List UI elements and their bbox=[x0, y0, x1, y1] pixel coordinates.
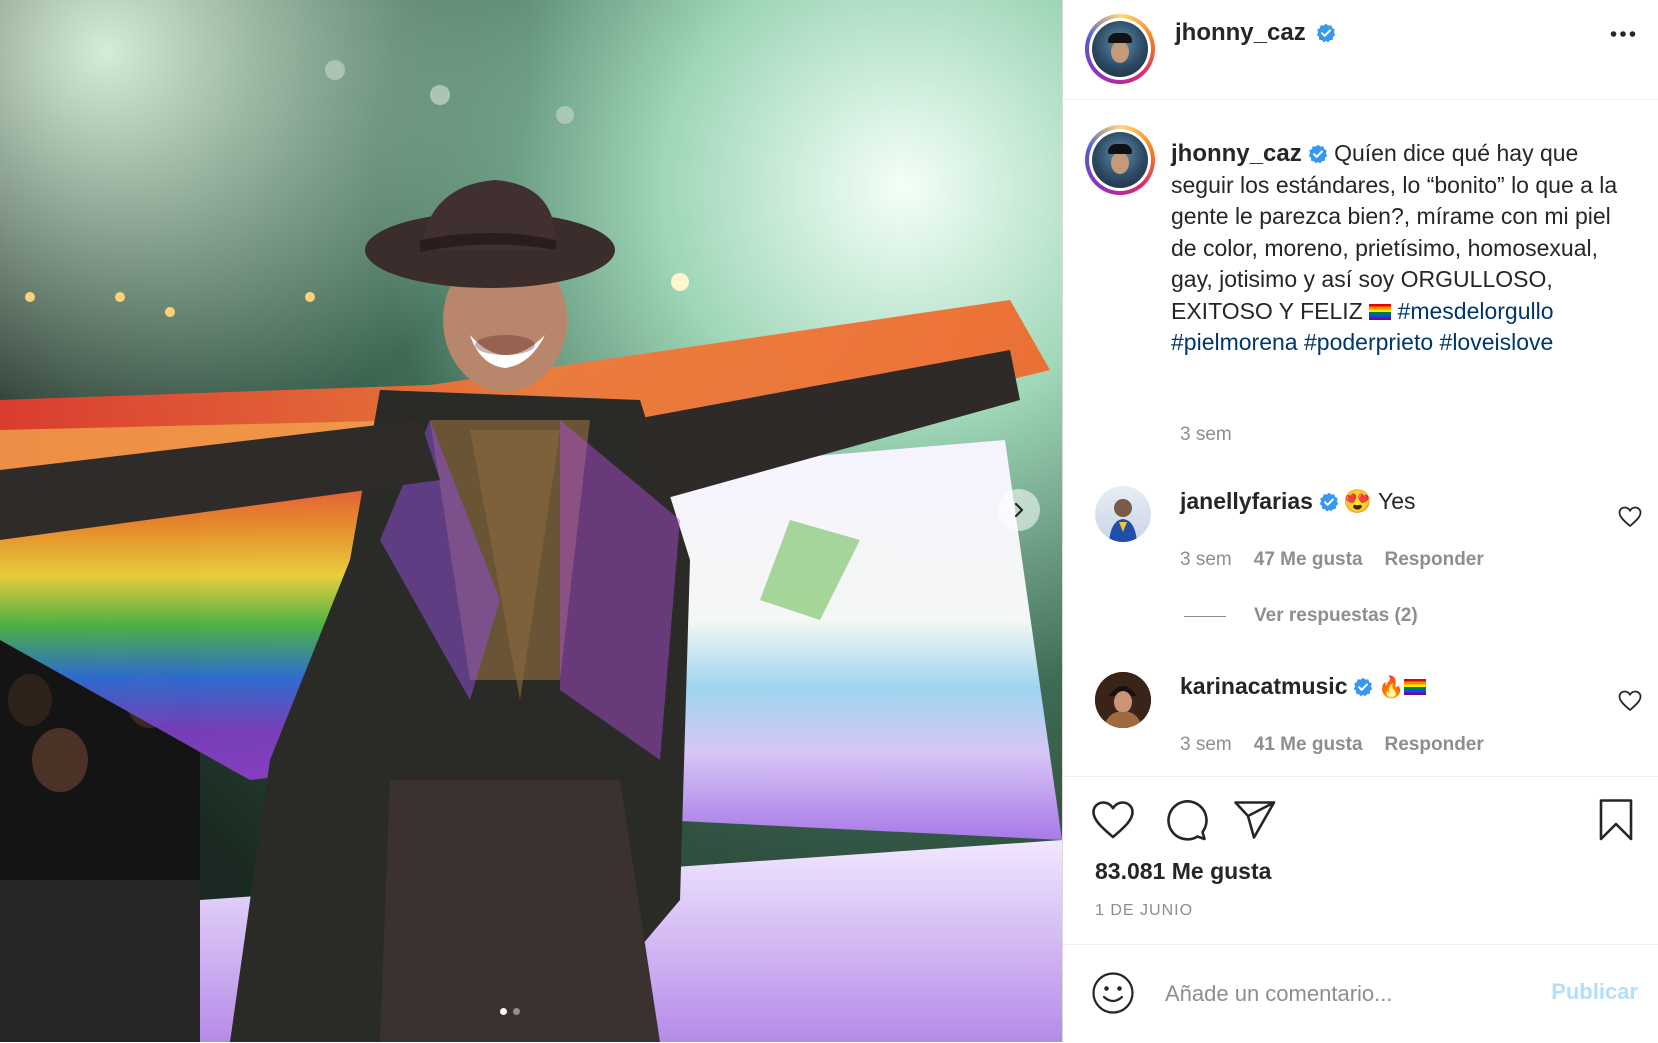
post-date[interactable]: 1 DE JUNIO bbox=[1095, 902, 1193, 920]
comment-username[interactable]: janellyfarias bbox=[1180, 488, 1313, 514]
emoji-smiley-icon[interactable] bbox=[1091, 971, 1135, 1015]
instagram-post-view: jhonny_caz jhonny_caz Quíen dice qué hay… bbox=[0, 0, 1658, 1042]
comment-row: karinacatmusic 🔥 bbox=[1180, 673, 1427, 700]
like-heart-icon[interactable] bbox=[1091, 800, 1135, 840]
comment-time[interactable]: 3 sem bbox=[1180, 549, 1232, 571]
add-comment-bar: Publicar bbox=[1063, 944, 1658, 1043]
like-comment-heart-icon[interactable] bbox=[1618, 506, 1642, 528]
hashtag-link[interactable]: #loveislove bbox=[1440, 329, 1554, 355]
rainbow-flag-icon bbox=[1369, 303, 1392, 320]
carousel-next-button[interactable] bbox=[998, 489, 1040, 531]
hashtag-link[interactable]: #mesdelorgullo bbox=[1398, 298, 1554, 324]
verified-badge-icon bbox=[1319, 492, 1339, 512]
comment-input[interactable] bbox=[1163, 973, 1527, 1015]
comment-meta: 3 sem 41 Me gusta Responder bbox=[1180, 734, 1484, 756]
author-avatar[interactable] bbox=[1085, 14, 1155, 84]
caption-text: Quíen dice qué hay que seguir los estánd… bbox=[1171, 140, 1618, 324]
post-header: jhonny_caz bbox=[1063, 0, 1658, 100]
carousel-indicator bbox=[500, 1008, 520, 1015]
post-caption: jhonny_caz Quíen dice qué hay que seguir… bbox=[1171, 138, 1621, 359]
post-side-panel: jhonny_caz jhonny_caz Quíen dice qué hay… bbox=[1062, 0, 1658, 1042]
reply-button[interactable]: Responder bbox=[1385, 549, 1484, 571]
comment-time[interactable]: 3 sem bbox=[1180, 734, 1232, 756]
hashtag-link[interactable]: #pielmorena bbox=[1171, 329, 1298, 355]
commenter-avatar[interactable] bbox=[1095, 486, 1151, 542]
publish-button[interactable]: Publicar bbox=[1551, 979, 1638, 1005]
share-paper-plane-icon[interactable] bbox=[1233, 800, 1277, 840]
like-comment-heart-icon[interactable] bbox=[1618, 690, 1642, 712]
actions-divider bbox=[1063, 776, 1658, 778]
reply-button[interactable]: Responder bbox=[1385, 734, 1484, 756]
save-bookmark-icon[interactable] bbox=[1598, 798, 1634, 842]
view-replies-label[interactable]: Ver respuestas (2) bbox=[1254, 605, 1418, 627]
header-username-row: jhonny_caz bbox=[1175, 19, 1336, 47]
chevron-right-icon bbox=[1014, 502, 1024, 518]
rainbow-flag-icon bbox=[1404, 679, 1427, 695]
author-username[interactable]: jhonny_caz bbox=[1175, 19, 1306, 46]
verified-badge-icon bbox=[1354, 677, 1373, 697]
hashtag-link[interactable]: #poderprieto bbox=[1304, 329, 1433, 355]
carousel-dot-active bbox=[500, 1008, 507, 1015]
post-like-count[interactable]: 83.081 Me gusta bbox=[1095, 858, 1271, 885]
comment-text: 😍 Yes bbox=[1343, 488, 1416, 514]
post-photo[interactable] bbox=[0, 0, 1062, 1042]
caption-username[interactable]: jhonny_caz bbox=[1171, 140, 1302, 167]
view-replies[interactable]: Ver respuestas (2) bbox=[1184, 605, 1418, 627]
commenter-photo bbox=[1109, 499, 1137, 542]
commenter-photo bbox=[1095, 672, 1151, 728]
replies-divider bbox=[1184, 615, 1226, 617]
comment-bubble-icon[interactable] bbox=[1164, 798, 1208, 842]
comment-meta: 3 sem 47 Me gusta Responder bbox=[1180, 549, 1484, 571]
verified-badge-icon bbox=[1308, 144, 1327, 164]
comment-likes[interactable]: 47 Me gusta bbox=[1254, 549, 1363, 571]
comment-username[interactable]: karinacatmusic bbox=[1180, 673, 1347, 699]
commenter-avatar[interactable] bbox=[1095, 672, 1151, 728]
comment-text: 🔥 bbox=[1377, 676, 1405, 699]
more-options-icon[interactable] bbox=[1610, 30, 1636, 38]
caption-time[interactable]: 3 sem bbox=[1180, 424, 1232, 446]
concert-photo-illustration bbox=[0, 0, 1062, 1042]
caption-avatar[interactable] bbox=[1085, 125, 1155, 195]
verified-badge-icon bbox=[1316, 23, 1336, 43]
comment-row: janellyfarias 😍 Yes bbox=[1180, 488, 1416, 515]
comment-likes[interactable]: 41 Me gusta bbox=[1254, 734, 1363, 756]
carousel-dot bbox=[513, 1008, 520, 1015]
